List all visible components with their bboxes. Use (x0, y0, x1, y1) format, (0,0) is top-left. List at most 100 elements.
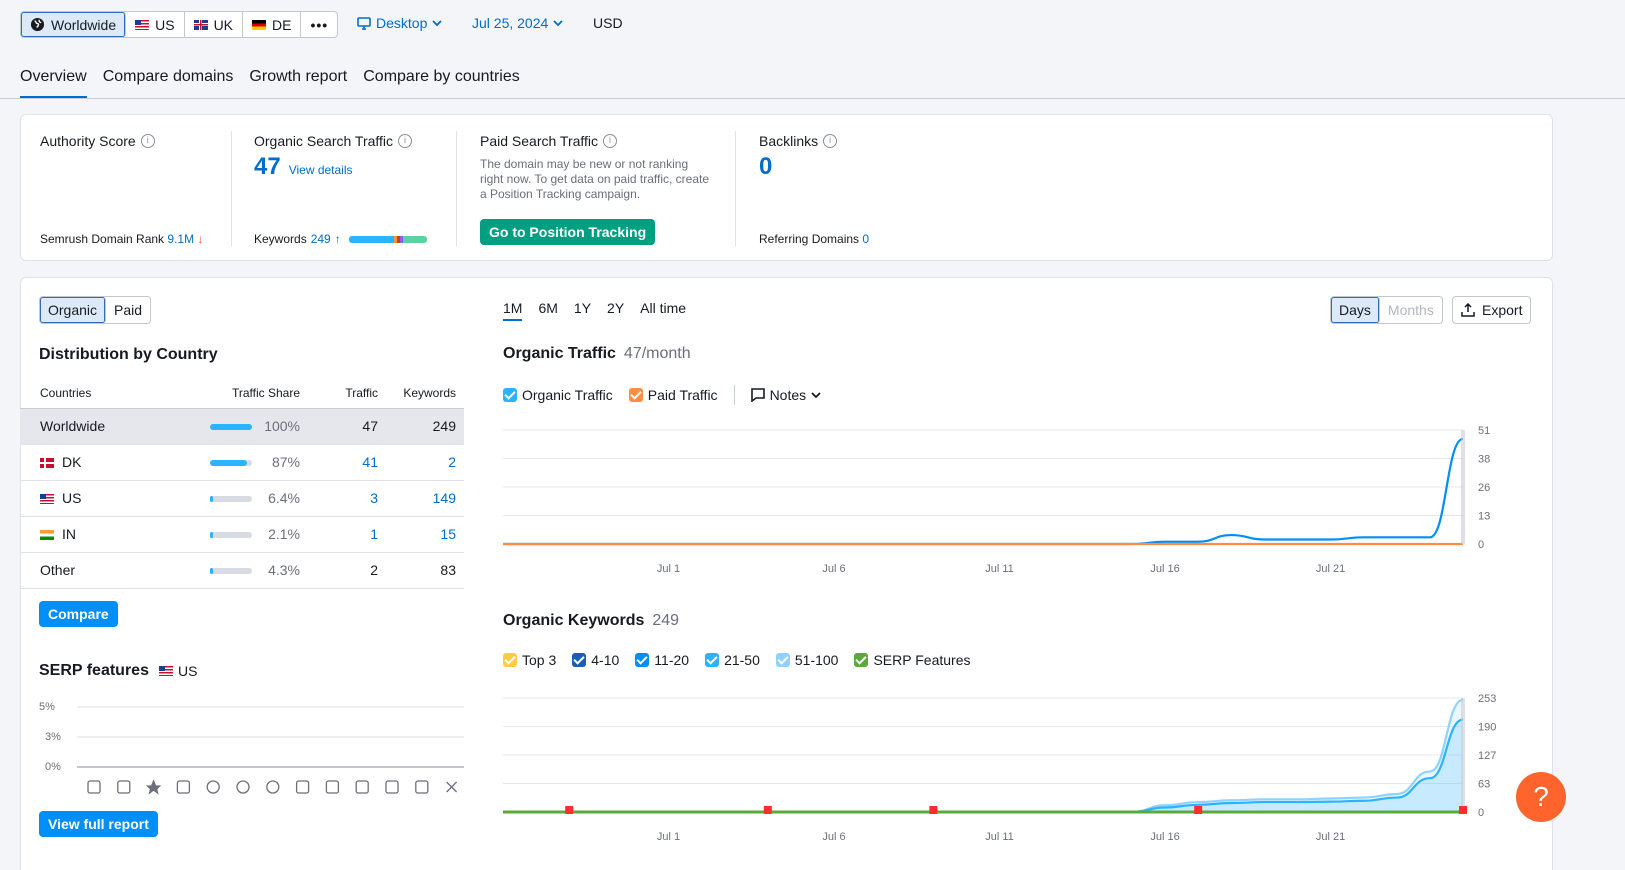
db-uk-button[interactable]: UK (185, 12, 244, 37)
algorithm-update-marker[interactable] (763, 806, 772, 814)
info-icon[interactable]: i (140, 134, 155, 148)
serp-features-title: SERP features (39, 662, 149, 679)
globe-icon (30, 17, 45, 32)
table-header-row: Countries Traffic Share Traffic Keywords (20, 378, 464, 409)
comment-icon[interactable] (295, 780, 310, 794)
y-tick-label: 253 (1478, 693, 1496, 705)
table-row[interactable]: IN 2.1% 1 15 (20, 516, 464, 553)
traffic-cell[interactable]: 3 (308, 480, 386, 517)
series-line-51-100[interactable] (503, 698, 1464, 814)
period-2y[interactable]: 2Y (607, 300, 624, 321)
crown-icon[interactable] (87, 780, 101, 794)
keywords-value: 149 (432, 490, 456, 506)
info-icon[interactable]: i (398, 134, 413, 148)
db-worldwide-button[interactable]: Worldwide (21, 12, 127, 37)
link-icon[interactable] (117, 780, 131, 794)
backlinks-value[interactable]: 0 (759, 153, 837, 181)
location-icon[interactable] (325, 780, 340, 794)
tab-overview[interactable]: Overview (20, 68, 87, 99)
view-full-report-button[interactable]: View full report (39, 811, 158, 837)
country-name: Worldwide (40, 418, 106, 434)
toggle-paid[interactable]: Paid (106, 297, 150, 323)
organic-traffic-value[interactable]: 47 (254, 153, 281, 181)
domain-rank-value[interactable]: 9.1M (167, 232, 194, 246)
algorithm-update-marker[interactable] (929, 806, 938, 814)
algorithm-update-marker[interactable] (565, 806, 574, 814)
more-databases-button[interactable]: ••• (301, 12, 337, 37)
flag-us-icon (158, 666, 173, 676)
tab-compare-by-countries[interactable]: Compare by countries (363, 68, 520, 99)
period-all-time[interactable]: All time (640, 300, 686, 321)
col-countries: Countries (20, 378, 155, 409)
db-de-button[interactable]: DE (243, 12, 302, 37)
legend-paid-traffic[interactable]: Paid Traffic (628, 387, 718, 403)
flag-us-icon (40, 494, 54, 505)
play-icon[interactable] (236, 780, 250, 794)
keywords-cell[interactable]: 15 (386, 516, 464, 553)
table-row[interactable]: Other 4.3% 2 83 (20, 551, 464, 589)
legend-label: 4-10 (591, 652, 620, 668)
keywords-cell[interactable]: 2 (386, 444, 464, 481)
algorithm-update-marker[interactable] (1459, 806, 1467, 814)
legend-4-10[interactable]: 4-10 (572, 652, 619, 668)
x-icon[interactable] (446, 781, 458, 793)
legend-11-20[interactable]: 11-20 (635, 652, 689, 668)
referring-domains-value[interactable]: 0 (862, 232, 869, 246)
x-tick-label: Jul 16 (1150, 563, 1179, 575)
info-icon[interactable]: i (603, 134, 618, 148)
table-row[interactable]: Worldwide 100% 47 249 (20, 408, 464, 445)
graduation-icon[interactable] (355, 780, 369, 794)
image-icon[interactable] (176, 780, 191, 794)
period-1y[interactable]: 1Y (574, 300, 591, 321)
table-row[interactable]: DK 87% 41 2 (20, 444, 464, 481)
play-circle-icon[interactable] (266, 780, 280, 794)
legend-serp-features[interactable]: SERP Features (854, 652, 970, 668)
traffic-cell[interactable]: 1 (308, 516, 386, 553)
database-selector: Worldwide US UK DE ••• (20, 11, 339, 38)
checkbox-icon (503, 388, 517, 402)
keywords-label: Keywords (254, 232, 307, 246)
legend-organic-traffic[interactable]: Organic Traffic (503, 387, 613, 403)
legend-21-50[interactable]: 21-50 (705, 652, 760, 668)
table-row[interactable]: US 6.4% 3 149 (20, 480, 464, 517)
help-button[interactable]: ? (1516, 772, 1566, 822)
legend-top-3[interactable]: Top 3 (503, 652, 556, 668)
info-icon[interactable]: i (823, 134, 838, 148)
keywords-value: 249 (432, 418, 456, 434)
compare-button[interactable]: Compare (39, 601, 118, 627)
divider (456, 131, 457, 246)
algorithm-update-marker[interactable] (1194, 806, 1203, 814)
checkbox-icon (854, 653, 869, 667)
keywords-cell[interactable]: 149 (386, 480, 464, 517)
export-button[interactable]: Export (1452, 296, 1532, 324)
traffic-cell[interactable]: 41 (308, 444, 386, 481)
video-icon[interactable] (206, 780, 220, 794)
divider (733, 385, 735, 405)
series-line-organic-traffic[interactable] (503, 437, 1464, 546)
db-us-button[interactable]: US (126, 12, 185, 37)
go-to-position-tracking-button[interactable]: Go to Position Tracking (480, 219, 656, 245)
legend-51-100[interactable]: 51-100 (775, 652, 838, 668)
star-icon[interactable] (146, 779, 162, 795)
granularity-months[interactable]: Months (1380, 297, 1442, 323)
authority-score-title: Authority Score (40, 133, 136, 149)
device-select[interactable]: Desktop (357, 15, 442, 31)
date-select[interactable]: Jul 25, 2024 (472, 15, 563, 31)
news-icon[interactable] (385, 780, 399, 794)
briefcase-icon[interactable] (415, 780, 429, 794)
kpi-card: Authority Score i Semrush Domain Rank 9.1… (20, 114, 1553, 261)
granularity-days[interactable]: Days (1331, 297, 1380, 323)
period-6m[interactable]: 6M (538, 300, 557, 321)
keywords-value[interactable]: 249 (311, 232, 331, 246)
view-details-link[interactable]: View details (289, 163, 353, 177)
y-tick-label: 38 (1478, 454, 1490, 466)
tab-compare-domains[interactable]: Compare domains (103, 68, 234, 99)
period-1m[interactable]: 1M (503, 300, 523, 321)
checkbox-icon (775, 653, 790, 667)
arrow-down-icon: ↓ (197, 232, 204, 246)
tab-growth-report[interactable]: Growth report (249, 68, 347, 99)
legend-label: 21-50 (724, 652, 760, 668)
toggle-organic[interactable]: Organic (40, 297, 107, 323)
notes-dropdown[interactable]: Notes (750, 387, 822, 403)
traffic-chart-value: 47/month (623, 345, 691, 362)
